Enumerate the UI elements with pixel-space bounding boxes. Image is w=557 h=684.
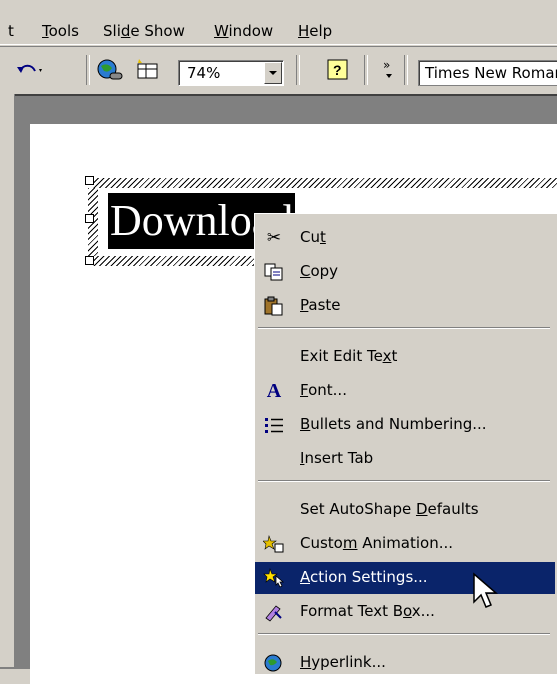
- menu-separator: [258, 327, 550, 329]
- chevron-right-icon: »: [383, 58, 392, 78]
- menu-separator: [258, 480, 550, 482]
- copy-icon: [263, 262, 285, 282]
- left-edge: [0, 94, 15, 667]
- zoom-combo[interactable]: 74%: [178, 60, 284, 86]
- menu-item-set-autoshape-defaults[interactable]: Set AutoShape Defaults: [255, 494, 555, 526]
- zoom-value: 74%: [187, 64, 221, 82]
- bullets-icon: [263, 415, 285, 435]
- font-combo[interactable]: Times New Roman: [418, 60, 557, 86]
- tables-borders-button[interactable]: [134, 57, 162, 83]
- menu-item-cut[interactable]: ✂ Cut: [255, 222, 555, 254]
- menu-bar: t Tools Slide Show Window Help: [0, 0, 557, 45]
- menu-item-label: Insert Tab: [300, 449, 374, 467]
- globe-link-icon: [97, 59, 123, 80]
- menu-item-label: Format Text Box...: [300, 602, 435, 620]
- menu-item-action-settings[interactable]: Action Settings...: [255, 562, 555, 594]
- font-name-value: Times New Roman: [425, 64, 557, 82]
- table-icon: [137, 59, 158, 79]
- menu-help[interactable]: Help: [298, 22, 332, 40]
- toolbar-separator: [364, 55, 368, 85]
- resize-handle[interactable]: [85, 256, 94, 265]
- menu-format-partial[interactable]: t: [8, 22, 14, 40]
- menu-item-bullets-numbering[interactable]: Bullets and Numbering...: [255, 409, 555, 441]
- menu-tools[interactable]: Tools: [42, 22, 79, 40]
- menu-item-exit-edit-text[interactable]: Exit Edit Text: [255, 341, 555, 373]
- svg-text:»: »: [383, 58, 390, 72]
- menu-item-paste[interactable]: Paste: [255, 290, 555, 322]
- insert-hyperlink-button[interactable]: [96, 57, 124, 83]
- menu-item-label: Action Settings...: [300, 568, 428, 586]
- menu-item-font[interactable]: A Font...: [255, 375, 555, 407]
- menu-item-custom-animation[interactable]: Custom Animation...: [255, 528, 555, 560]
- hyperlink-icon: [263, 653, 285, 673]
- toolbar-separator: [296, 55, 300, 85]
- zoom-dropdown-button[interactable]: [264, 62, 282, 84]
- toolbar-separator: [86, 55, 90, 85]
- menu-separator: [258, 633, 550, 635]
- undo-button[interactable]: [14, 57, 44, 83]
- help-button[interactable]: ?: [326, 57, 350, 83]
- resize-handle[interactable]: [85, 214, 94, 223]
- menu-item-label: Bullets and Numbering...: [300, 415, 487, 433]
- scissors-icon: ✂: [266, 228, 282, 248]
- menu-item-label: Copy: [300, 262, 339, 280]
- paste-icon: [263, 296, 285, 316]
- menu-item-copy[interactable]: Copy: [255, 256, 555, 288]
- selection-border-top: [92, 178, 557, 188]
- menu-item-label: Custom Animation...: [300, 534, 454, 552]
- standard-toolbar: 74% ? » Times New Roman: [0, 46, 557, 93]
- toolbar-separator: [404, 55, 408, 85]
- font-icon: A: [266, 380, 282, 402]
- custom-animation-icon: [262, 534, 285, 554]
- mouse-pointer-icon: [473, 572, 498, 608]
- context-menu: ✂ Cut Copy Paste Exit Edit Text A Font..…: [254, 213, 557, 675]
- undo-icon: [17, 64, 42, 73]
- resize-handle[interactable]: [85, 176, 94, 185]
- menu-item-label: Set AutoShape Defaults: [300, 500, 479, 518]
- menu-slide-show[interactable]: Slide Show: [103, 22, 185, 40]
- menu-item-format-text-box[interactable]: Format Text Box...: [255, 596, 555, 628]
- menu-item-label: Paste: [300, 296, 341, 314]
- menu-item-label: Hyperlink...: [300, 653, 386, 671]
- menu-item-label: Font...: [300, 381, 347, 399]
- menu-item-insert-tab[interactable]: Insert Tab: [255, 443, 555, 475]
- format-text-box-icon: [263, 602, 285, 622]
- action-settings-icon: [263, 567, 285, 588]
- more-buttons-chevron[interactable]: »: [382, 57, 398, 83]
- menu-item-label: Exit Edit Text: [300, 347, 398, 365]
- menu-window[interactable]: Window: [214, 22, 273, 40]
- menu-item-hyperlink[interactable]: Hyperlink...: [255, 647, 555, 679]
- help-icon: ?: [327, 59, 348, 80]
- svg-text:?: ?: [333, 62, 342, 78]
- menu-item-label: Cut: [300, 228, 326, 246]
